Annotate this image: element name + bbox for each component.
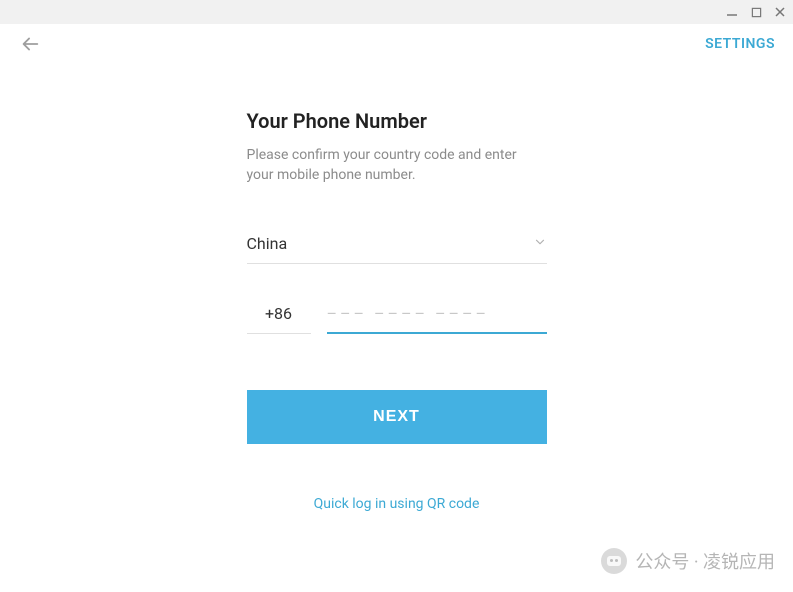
country-selected-label: China xyxy=(247,234,288,253)
window-maximize-button[interactable] xyxy=(749,5,763,19)
qr-login-link[interactable]: Quick log in using QR code xyxy=(247,496,547,512)
phone-input-row: +86 xyxy=(247,304,547,334)
arrow-left-icon xyxy=(19,33,41,55)
topbar: SETTINGS xyxy=(0,24,793,64)
window-minimize-button[interactable] xyxy=(725,5,739,19)
page-title: Your Phone Number xyxy=(247,109,547,133)
close-icon xyxy=(774,6,786,18)
settings-link[interactable]: SETTINGS xyxy=(705,36,775,52)
wechat-icon xyxy=(601,548,627,574)
back-button[interactable] xyxy=(18,32,42,56)
window-close-button[interactable] xyxy=(773,5,787,19)
maximize-icon xyxy=(751,7,762,18)
watermark-text: 公众号 · 凌锐应用 xyxy=(635,548,775,574)
window-titlebar xyxy=(0,0,793,24)
country-code-field[interactable]: +86 xyxy=(247,304,311,334)
page-subtitle: Please confirm your country code and ent… xyxy=(247,145,547,186)
minimize-icon xyxy=(726,6,738,18)
watermark: 公众号 · 凌锐应用 xyxy=(601,548,775,574)
phone-number-input[interactable] xyxy=(327,304,547,334)
login-form: Your Phone Number Please confirm your co… xyxy=(247,109,547,512)
next-button[interactable]: NEXT xyxy=(247,390,547,444)
chevron-down-icon xyxy=(533,234,547,253)
country-selector[interactable]: China xyxy=(247,234,547,264)
